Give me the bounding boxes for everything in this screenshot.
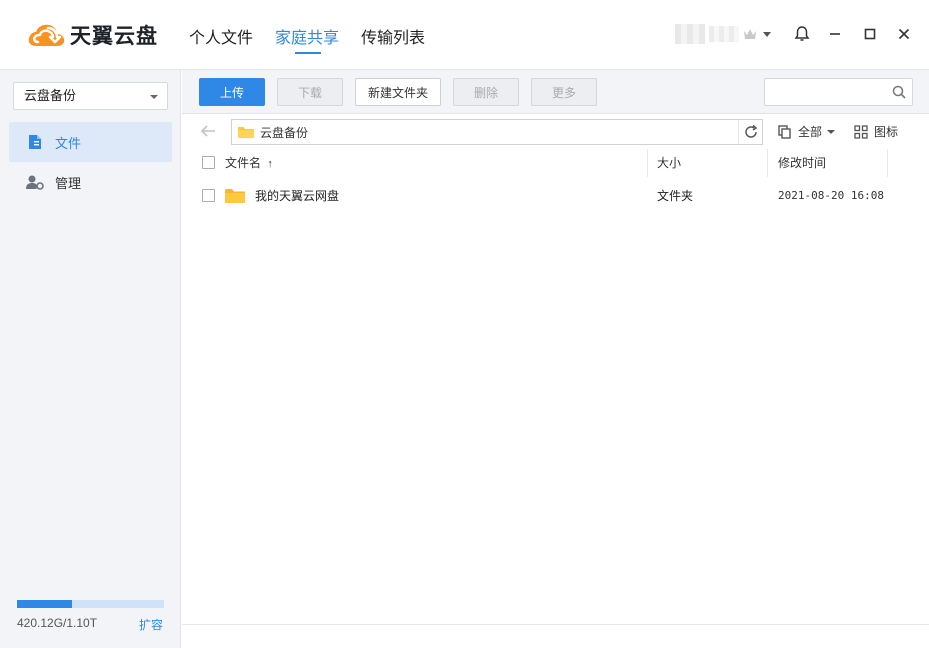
new-folder-button[interactable]: 新建文件夹	[355, 78, 441, 106]
tab-personal-files[interactable]: 个人文件	[189, 24, 253, 54]
storage-usage-bar	[17, 600, 164, 608]
user-menu[interactable]	[675, 24, 771, 44]
column-divider[interactable]	[767, 149, 768, 177]
row-checkbox[interactable]	[202, 189, 215, 202]
table-row[interactable]: 我的天翼云网盘 文件夹 2021-08-20 16:08	[182, 180, 929, 212]
minimize-icon	[830, 33, 840, 35]
search-box	[764, 78, 913, 106]
search-input[interactable]	[765, 79, 885, 105]
column-divider[interactable]	[887, 149, 888, 177]
brand-name: 天翼云盘	[70, 25, 158, 48]
space-selector-value: 云盘备份	[24, 88, 77, 103]
row-modified-time: 2021-08-20 16:08	[778, 189, 884, 202]
sidebar: 云盘备份 文件 管理 420.12G/1.10T 扩容	[0, 70, 181, 648]
toolbar: 上传 下载 新建文件夹 删除 更多	[182, 70, 929, 114]
select-all-checkbox[interactable]	[202, 156, 215, 169]
tab-transfer-list[interactable]: 传输列表	[361, 24, 425, 54]
view-mode-label: 图标	[874, 125, 899, 139]
column-header-name[interactable]: 文件名 ↑	[225, 149, 273, 177]
sort-arrow-icon: ↑	[267, 158, 273, 170]
column-name-label: 文件名	[225, 156, 262, 170]
sidebar-item-label: 管理	[55, 175, 82, 191]
cloud-logo-icon	[28, 24, 65, 46]
storage-usage-fill	[17, 600, 72, 608]
row-file-name[interactable]: 我的天翼云网盘	[255, 180, 339, 212]
search-icon[interactable]	[892, 85, 906, 99]
column-header-size[interactable]: 大小	[657, 149, 681, 177]
delete-button[interactable]: 删除	[453, 78, 519, 106]
username-blurred	[709, 26, 739, 42]
filter-label: 全部	[798, 125, 823, 139]
column-header-modified[interactable]: 修改时间	[778, 149, 826, 177]
expand-storage-link[interactable]: 扩容	[139, 616, 163, 633]
sidebar-item-files[interactable]: 文件	[9, 122, 172, 162]
file-doc-icon	[25, 132, 45, 152]
title-bar: 天翼云盘 个人文件 家庭共享 传输列表	[0, 0, 929, 70]
download-button[interactable]: 下载	[277, 78, 343, 106]
chevron-down-icon[interactable]	[763, 31, 771, 37]
grid-icon	[854, 124, 868, 139]
vip-crown-icon	[744, 29, 756, 39]
space-selector[interactable]: 云盘备份	[13, 82, 168, 110]
sidebar-item-manage[interactable]: 管理	[9, 162, 172, 202]
main-tabs: 个人文件 家庭共享 传输列表	[189, 24, 447, 54]
filter-dropdown[interactable]: 全部	[778, 123, 836, 140]
view-mode-button[interactable]: 图标	[854, 123, 898, 140]
brand-logo: 天翼云盘	[26, 20, 158, 50]
chevron-down-icon	[827, 129, 836, 134]
notification-button[interactable]	[792, 24, 812, 44]
breadcrumb-path: 云盘备份	[260, 125, 309, 140]
avatar[interactable]	[675, 24, 705, 44]
path-row: 云盘备份 全部 图标	[182, 115, 929, 149]
storage-usage-text: 420.12G/1.10T	[17, 616, 98, 630]
sidebar-item-label: 文件	[55, 135, 82, 151]
back-arrow-icon[interactable]	[200, 124, 216, 138]
upload-button[interactable]: 上传	[199, 78, 265, 106]
tab-family-share[interactable]: 家庭共享	[275, 24, 339, 54]
more-button[interactable]: 更多	[531, 78, 597, 106]
close-icon	[898, 28, 910, 40]
maximize-icon	[864, 28, 876, 40]
close-button[interactable]	[894, 24, 914, 44]
row-file-size: 文件夹	[657, 189, 694, 203]
refresh-button[interactable]	[738, 120, 762, 144]
user-manage-icon	[25, 172, 45, 192]
folder-icon	[225, 189, 245, 203]
divider	[182, 624, 929, 625]
chevron-down-icon	[150, 95, 158, 99]
folder-icon	[238, 126, 254, 138]
refresh-icon	[744, 124, 757, 138]
app-window: 天翼云盘 个人文件 家庭共享 传输列表 云盘备份 文件 管理 420.12G/1…	[0, 0, 929, 648]
copy-filter-icon	[778, 124, 791, 139]
maximize-button[interactable]	[860, 24, 880, 44]
column-divider[interactable]	[647, 149, 648, 177]
minimize-button[interactable]	[825, 24, 845, 44]
table-header: 文件名 ↑ 大小 修改时间	[182, 149, 929, 177]
bell-icon	[794, 26, 810, 41]
breadcrumb[interactable]: 云盘备份	[231, 119, 763, 145]
